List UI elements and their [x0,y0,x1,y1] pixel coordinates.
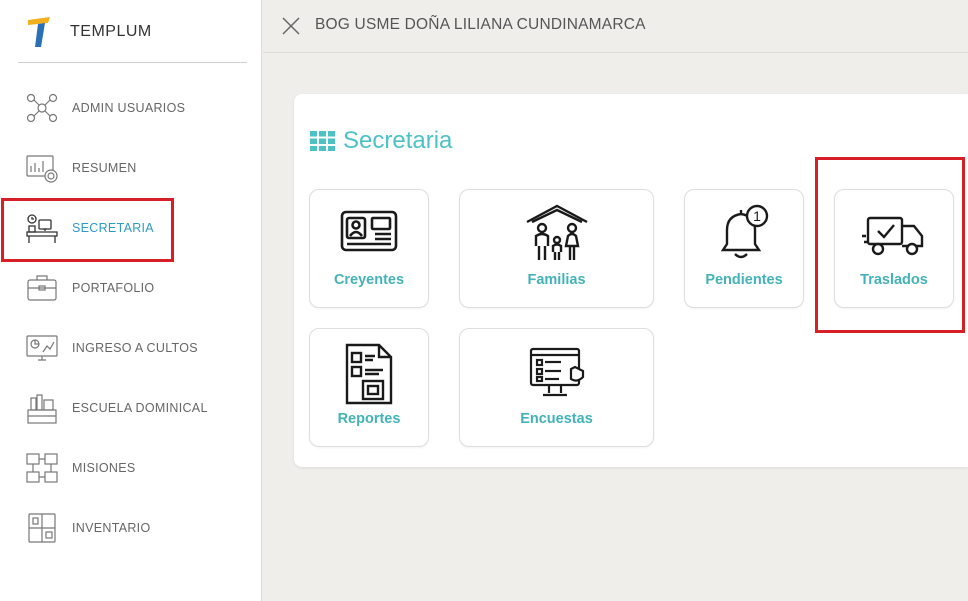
dashboard-chart-icon [22,148,62,188]
templum-logo-icon [28,17,50,47]
monitor-analytics-icon [22,328,62,368]
sidebar-item-label: INVENTARIO [72,521,151,535]
sidebar-item-portafolio[interactable]: PORTAFOLIO [22,268,242,308]
sidebar-item-misiones[interactable]: MISIONES [22,448,242,488]
tile-familias[interactable]: Familias [459,189,654,308]
page-title: BOG USME DOÑA LILIANA CUNDINAMARCA [315,16,646,33]
tile-label: Pendientes [705,272,783,288]
users-network-icon [22,88,62,128]
tile-pendientes[interactable]: 1 Pendientes [684,189,804,308]
grid-icon [310,131,335,151]
sidebar-item-inventario[interactable]: INVENTARIO [22,508,242,548]
brand[interactable]: TEMPLUM [26,16,152,48]
id-card-icon [339,208,399,261]
highlight-box [1,198,174,262]
sidebar-item-label: ESCUELA DOMINICAL [72,401,208,415]
notification-bell-icon: 1 [713,202,775,267]
highlight-box [815,157,965,333]
section-heading: Secretaria [310,127,452,155]
sidebar-item-ingreso-a-cultos[interactable]: INGRESO A CULTOS [22,328,242,368]
tile-label: Familias [527,272,586,288]
briefcase-icon [22,268,62,308]
sidebar-item-resumen[interactable]: RESUMEN [22,148,242,188]
report-document-icon [343,343,395,410]
sidebar-item-escuela-dominical[interactable]: ESCUELA DOMINICAL [22,388,242,428]
divider [18,62,247,63]
sidebar: TEMPLUM ADMIN USUARIOS RESUMEN SECRETARI… [0,0,262,601]
sidebar-item-label: ADMIN USUARIOS [72,101,186,115]
sidebar-item-admin-usuarios[interactable]: ADMIN USUARIOS [22,88,242,128]
tile-label: Creyentes [333,272,405,288]
close-icon[interactable] [281,16,301,36]
tile-label: Reportes [337,411,401,427]
family-home-icon [524,202,590,269]
sidebar-item-label: MISIONES [72,461,136,475]
header: BOG USME DOÑA LILIANA CUNDINAMARCA [263,0,968,53]
sidebar-item-label: PORTAFOLIO [72,281,155,295]
tile-label: Encuestas [520,411,593,427]
tile-creyentes[interactable]: Creyentes [309,189,429,308]
mission-map-icon [22,448,62,488]
survey-screen-icon [527,345,587,406]
notification-badge: 1 [753,208,761,224]
brand-name: TEMPLUM [70,23,152,40]
tile-encuestas[interactable]: Encuestas [459,328,654,447]
section-title: Secretaria [343,127,453,154]
inventory-boxes-icon [22,508,62,548]
tile-reportes[interactable]: Reportes [309,328,429,447]
sidebar-item-label: RESUMEN [72,161,137,175]
school-supplies-icon [22,388,62,428]
sidebar-item-label: INGRESO A CULTOS [72,341,198,355]
